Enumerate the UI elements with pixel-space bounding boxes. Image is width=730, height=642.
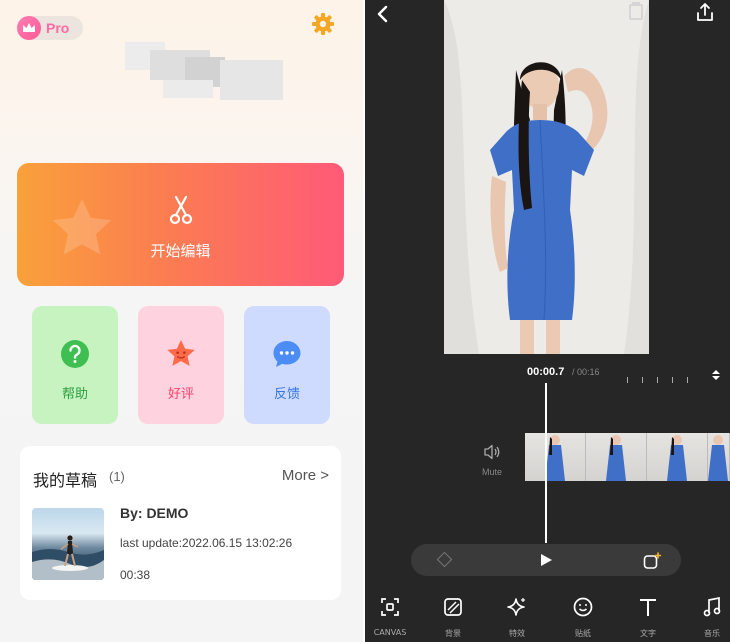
- pro-label: Pro: [46, 20, 70, 36]
- timeline-header: 00:00.7 / 00:16: [365, 366, 730, 383]
- total-time: / 00:16: [572, 367, 600, 377]
- drafts-title: 我的草稿: [33, 471, 98, 490]
- background-icon: [444, 598, 462, 616]
- feedback-label: 反馈: [273, 387, 300, 402]
- chat-bubble-icon: [271, 338, 303, 370]
- drafts-count: (1): [109, 469, 125, 484]
- scissors-icon: [167, 195, 195, 225]
- stickers-tool[interactable]: 贴纸: [558, 596, 608, 639]
- draft-author: By: DEMO: [120, 505, 189, 521]
- help-icon: [59, 338, 91, 370]
- draft-thumbnail[interactable]: [32, 508, 104, 580]
- feedback-tile[interactable]: 反馈: [244, 306, 330, 424]
- crown-icon: [17, 16, 41, 40]
- play-icon[interactable]: [541, 554, 552, 566]
- background-label: 背景: [445, 629, 461, 638]
- help-label: 帮助: [61, 387, 88, 402]
- help-tile[interactable]: 帮助: [32, 306, 118, 424]
- home-panel: Pro 开始编辑 帮助 好评 反馈 我的草稿 (1) More > By: DE…: [0, 0, 363, 642]
- effects-label: 特效: [509, 629, 525, 638]
- add-keyframe-icon[interactable]: [643, 552, 662, 570]
- stickers-label: 贴纸: [575, 629, 591, 638]
- editor-toolbar: CANVAS 背景 特效 贴纸 文字 音乐: [365, 596, 730, 642]
- sparkle-icon: [507, 598, 525, 616]
- copy-icon[interactable]: [628, 2, 644, 20]
- canvas-label: CANVAS: [373, 628, 407, 637]
- canvas-icon: [381, 598, 399, 616]
- text-icon: [640, 599, 656, 616]
- playback-bar: [411, 544, 681, 576]
- current-time: 00:00.7: [527, 366, 565, 378]
- music-icon: [703, 596, 721, 617]
- background-tool[interactable]: 背景: [428, 596, 478, 639]
- clip-frame: [525, 433, 586, 481]
- mute-label: Mute: [481, 467, 502, 477]
- start-edit-button[interactable]: 开始编辑: [17, 163, 344, 286]
- effects-tool[interactable]: 特效: [492, 596, 542, 639]
- rate-label: 好评: [167, 387, 194, 402]
- star-face-icon: [165, 338, 197, 370]
- timeline-ticks: [627, 368, 702, 387]
- username-blurred: [125, 42, 283, 102]
- rate-tile[interactable]: 好评: [138, 306, 224, 424]
- text-label: 文字: [640, 629, 656, 638]
- clip-frame: [647, 433, 708, 481]
- draft-last-update: last update:2022.06.15 13:02:26: [120, 536, 293, 550]
- pro-badge[interactable]: Pro: [17, 16, 83, 40]
- keyframe-icon[interactable]: [436, 551, 453, 568]
- playhead[interactable]: [545, 383, 547, 543]
- music-tool[interactable]: 音乐: [687, 596, 730, 639]
- music-label: 音乐: [704, 629, 720, 638]
- video-clip-strip[interactable]: [525, 433, 730, 481]
- share-icon[interactable]: [695, 2, 715, 22]
- back-arrow-icon[interactable]: [373, 4, 393, 24]
- gear-icon[interactable]: [311, 12, 335, 36]
- clip-frame: [708, 433, 730, 481]
- editor-panel: 00:00.7 / 00:16 Mute CANVAS 背景 特效 贴纸 文字 …: [365, 0, 730, 642]
- draft-duration: 00:38: [120, 568, 151, 582]
- text-tool[interactable]: 文字: [623, 596, 673, 639]
- expand-toggle-icon[interactable]: [710, 366, 722, 380]
- start-edit-label: 开始编辑: [150, 242, 211, 260]
- video-preview[interactable]: [444, 0, 649, 354]
- canvas-tool[interactable]: CANVAS: [365, 596, 415, 637]
- sticker-icon: [573, 597, 593, 617]
- drafts-card: 我的草稿 (1) More > By: DEMO last update:202…: [20, 446, 341, 600]
- mute-button[interactable]: Mute: [477, 444, 507, 477]
- volume-icon: [484, 444, 500, 460]
- drafts-more-link[interactable]: More >: [282, 467, 329, 484]
- clip-frame: [586, 433, 647, 481]
